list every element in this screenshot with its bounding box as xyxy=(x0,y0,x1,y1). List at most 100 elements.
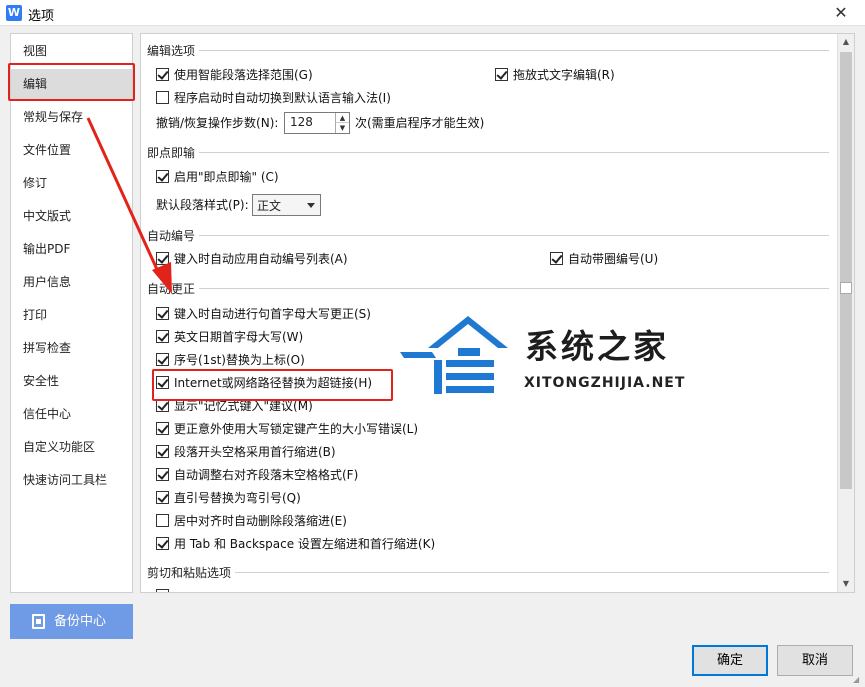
sidebar-item-view[interactable]: 视图 xyxy=(11,36,132,66)
checkbox[interactable] xyxy=(156,491,169,504)
option-label: 自动带圈编号(U) xyxy=(568,252,659,266)
option-label: 自动调整右对齐段落末空格格式(F) xyxy=(174,468,359,482)
option-label: 居中对齐时自动删除段落缩进(E) xyxy=(174,514,347,528)
option-date-capitalize[interactable]: 英文日期首字母大写(W) xyxy=(156,328,303,346)
undo-steps-suffix: 次(需重启程序才能生效) xyxy=(355,116,485,130)
title-bar: W 选项 ✕ xyxy=(0,0,865,26)
checkbox[interactable] xyxy=(156,252,169,265)
sidebar-item-spellcheck[interactable]: 拼写检查 xyxy=(11,333,132,363)
section-heading-clipboard: 剪切和粘贴选项 xyxy=(147,564,236,581)
checkbox[interactable] xyxy=(156,589,169,592)
sidebar-item-customize-ribbon[interactable]: 自定义功能区 xyxy=(11,432,132,462)
watermark-url: XITONGZHIJIA.NET xyxy=(524,375,686,391)
section-divider xyxy=(147,572,829,573)
ok-button[interactable]: 确定 xyxy=(692,645,768,676)
checkbox[interactable] xyxy=(550,252,563,265)
hyperlink-highlight-box xyxy=(152,369,393,401)
checkbox[interactable] xyxy=(156,307,169,320)
option-sentence-capitalize[interactable]: 键入时自动进行句首字母大写更正(S) xyxy=(156,305,371,323)
scrollbar-thumb[interactable] xyxy=(840,52,852,489)
option-ime-switch[interactable]: 程序启动时自动切换到默认语言输入法(I) xyxy=(156,89,391,107)
undo-steps-value: 128 xyxy=(290,115,313,129)
section-divider xyxy=(147,235,829,236)
watermark-title: 系统之家 xyxy=(525,327,669,366)
option-label: 更正意外使用大写锁定键产生的大小写错误(L) xyxy=(174,422,419,436)
window-title: 选项 xyxy=(28,9,55,24)
sidebar-item-user-info[interactable]: 用户信息 xyxy=(11,267,132,297)
undo-steps-spinbox[interactable]: 128 ▲ ▼ xyxy=(284,112,350,134)
option-label: 段落开头空格采用首行缩进(B) xyxy=(174,445,336,459)
section-heading-click-type: 即点即输 xyxy=(147,144,200,161)
sidebar-item-revision[interactable]: 修订 xyxy=(11,168,132,198)
option-first-line-indent[interactable]: 段落开头空格采用首行缩进(B) xyxy=(156,443,336,461)
backup-center-label: 备份中心 xyxy=(54,614,107,629)
sidebar-item-trust-center[interactable]: 信任中心 xyxy=(11,399,132,429)
checkbox[interactable] xyxy=(156,330,169,343)
option-label: 程序启动时自动切换到默认语言输入法(I) xyxy=(174,91,391,105)
option-smart-quotes[interactable]: 直引号替换为弯引号(Q) xyxy=(156,489,301,507)
option-label: 键入时自动应用自动编号列表(A) xyxy=(174,252,348,266)
scroll-up-icon[interactable]: ▲ xyxy=(838,34,854,50)
watermark-logo-icon xyxy=(400,316,508,394)
checkbox[interactable] xyxy=(156,537,169,550)
checkbox[interactable] xyxy=(156,353,169,366)
checkbox[interactable] xyxy=(156,68,169,81)
option-click-and-type[interactable]: 启用"即点即输" (C) xyxy=(156,168,279,186)
spin-down-icon[interactable]: ▼ xyxy=(335,123,349,133)
backup-center-button[interactable]: 备份中心 xyxy=(10,604,133,639)
checkbox[interactable] xyxy=(156,445,169,458)
vertical-scrollbar[interactable]: ▲ ▼ xyxy=(837,34,854,592)
option-label: 键入时自动进行句首字母大写更正(S) xyxy=(174,307,371,321)
scroll-down-icon[interactable]: ▼ xyxy=(838,576,854,592)
section-heading-auto-correct: 自动更正 xyxy=(147,280,200,297)
section-heading-edit: 编辑选项 xyxy=(147,42,200,59)
option-label: 用 Tab 和 Backspace 设置左缩进和首行缩进(K) xyxy=(174,537,436,551)
option-label: 启用"即点即输" (C) xyxy=(174,170,279,184)
section-divider xyxy=(147,288,829,289)
undo-steps-label: 撤销/恢复操作步数(N): xyxy=(156,116,279,130)
sidebar-item-general-save[interactable]: 常规与保存 xyxy=(11,102,132,132)
checkbox[interactable] xyxy=(495,68,508,81)
option-label: 拖放式文字编辑(R) xyxy=(513,68,615,82)
edit-highlight-box xyxy=(8,63,135,101)
checkbox[interactable] xyxy=(156,468,169,481)
option-auto-circle-number[interactable]: 自动带圈编号(U) xyxy=(550,250,658,268)
spin-up-icon[interactable]: ▲ xyxy=(335,113,349,123)
section-divider xyxy=(147,152,829,153)
resize-grip-icon[interactable]: ◢ xyxy=(853,675,863,685)
option-right-align-space[interactable]: 自动调整右对齐段落末空格格式(F) xyxy=(156,466,358,484)
sidebar: 视图 编辑 常规与保存 文件位置 修订 中文版式 输出PDF 用户信息 打印 拼… xyxy=(10,33,133,593)
close-icon[interactable]: ✕ xyxy=(831,3,851,23)
cancel-button[interactable]: 取消 xyxy=(777,645,853,676)
checkbox[interactable] xyxy=(156,170,169,183)
option-label: 直引号替换为弯引号(Q) xyxy=(174,491,301,505)
option-drag-edit[interactable]: 拖放式文字编辑(R) xyxy=(495,66,615,84)
default-style-value: 正文 xyxy=(257,199,282,213)
sidebar-item-export-pdf[interactable]: 输出PDF xyxy=(11,234,132,264)
sidebar-item-file-location[interactable]: 文件位置 xyxy=(11,135,132,165)
option-ordinal-superscript[interactable]: 序号(1st)替换为上标(O) xyxy=(156,351,305,369)
option-label: 显示"记忆式键入"建议(M) xyxy=(174,399,313,413)
checkbox[interactable] xyxy=(156,91,169,104)
section-divider xyxy=(147,50,829,51)
option-tab-backspace-indent[interactable]: 用 Tab 和 Backspace 设置左缩进和首行缩进(K) xyxy=(156,535,435,553)
sidebar-item-quick-access-toolbar[interactable]: 快速访问工具栏 xyxy=(11,465,132,495)
default-style-label: 默认段落样式(P): xyxy=(156,198,249,212)
wps-app-icon: W xyxy=(6,5,22,21)
section-heading-auto-number: 自动编号 xyxy=(147,227,200,244)
sidebar-item-chinese-layout[interactable]: 中文版式 xyxy=(11,201,132,231)
option-label: 序号(1st)替换为上标(O) xyxy=(174,353,305,367)
option-label: 使用智能段落选择范围(G) xyxy=(174,68,313,82)
option-center-remove-indent[interactable]: 居中对齐时自动删除段落缩进(E) xyxy=(156,512,347,530)
default-style-dropdown[interactable]: 正文 xyxy=(252,194,321,216)
backup-icon xyxy=(32,614,45,629)
option-smart-paragraph[interactable]: 使用智能段落选择范围(G) xyxy=(156,66,313,84)
checkbox[interactable] xyxy=(156,514,169,527)
option-clipboard-partial[interactable] xyxy=(156,587,174,592)
checkbox[interactable] xyxy=(156,422,169,435)
sidebar-item-security[interactable]: 安全性 xyxy=(11,366,132,396)
option-capslock-correct[interactable]: 更正意外使用大写锁定键产生的大小写错误(L) xyxy=(156,420,418,438)
chevron-down-icon xyxy=(307,203,315,208)
sidebar-item-print[interactable]: 打印 xyxy=(11,300,132,330)
option-auto-number-list[interactable]: 键入时自动应用自动编号列表(A) xyxy=(156,250,348,268)
